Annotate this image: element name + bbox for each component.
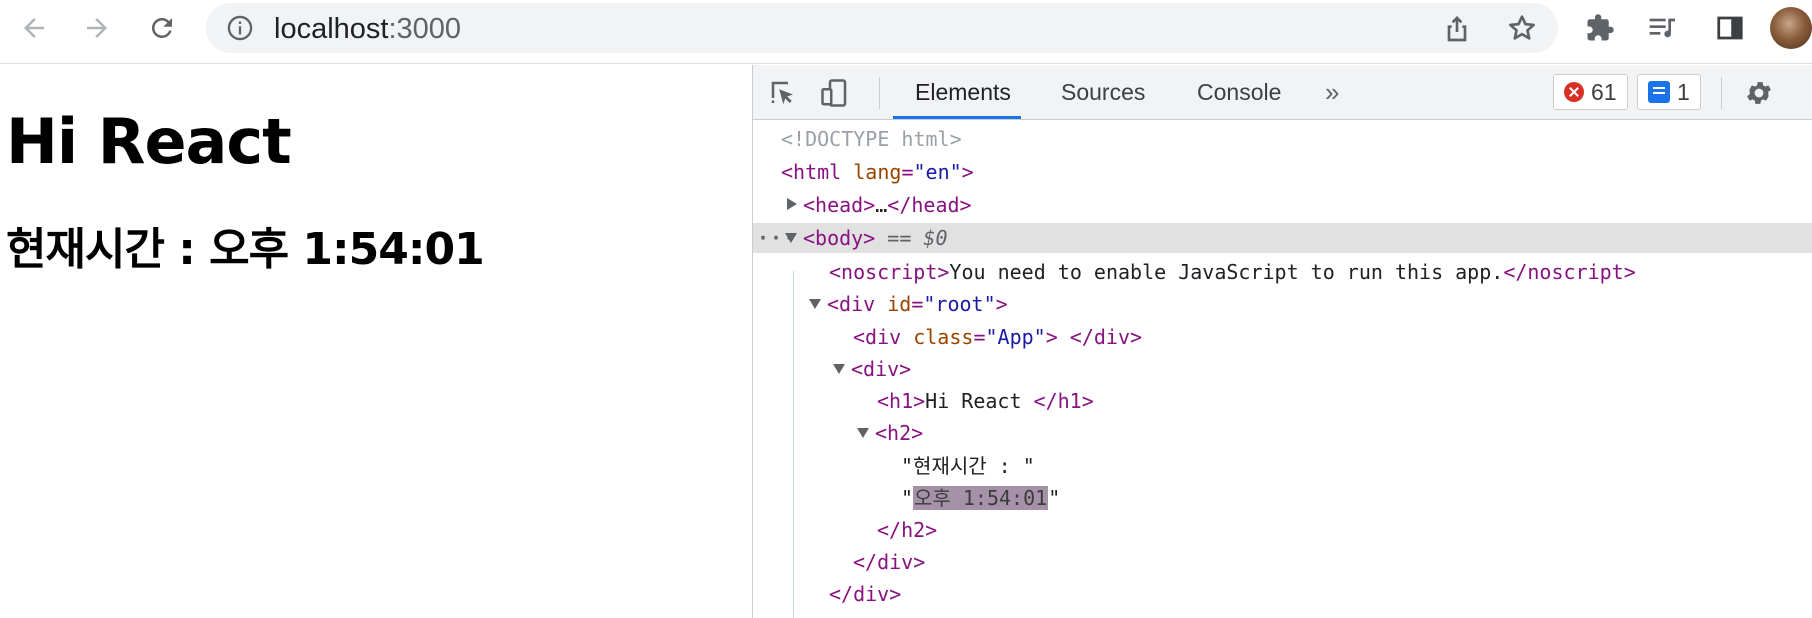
devtools-panel: Elements Sources Console » 61 1 <!DOCTYP… xyxy=(752,65,1812,618)
message-icon xyxy=(1648,81,1670,103)
arrow-right-icon xyxy=(87,18,107,38)
current-time-heading: 현재시간 : 오후 1:54:01 xyxy=(6,224,485,275)
dom-node-div-app[interactable]: <div class="App"> </div> xyxy=(753,322,1812,352)
side-panel-button[interactable] xyxy=(1712,10,1748,46)
selected-node-marker: == $0 xyxy=(887,226,948,250)
tab-sources[interactable]: Sources xyxy=(1061,65,1145,120)
div-close-tag: </div> xyxy=(853,550,926,574)
dom-text-node[interactable]: "현재시간 : " xyxy=(753,451,1812,481)
address-bar[interactable]: localhost:3000 xyxy=(206,3,1558,53)
toolbar-separator xyxy=(879,77,880,109)
dom-node-div[interactable]: <div> xyxy=(753,354,1812,384)
device-toolbar-button[interactable] xyxy=(817,75,853,111)
more-tabs-icon[interactable]: » xyxy=(1325,79,1339,105)
html-attr-value: "en" xyxy=(913,160,962,184)
id-attr-value: "root" xyxy=(923,292,996,316)
messages-badge[interactable]: 1 xyxy=(1637,74,1701,110)
h2-open-tag: <h2> xyxy=(875,421,924,445)
dom-node-h1[interactable]: <h1>Hi React </h1> xyxy=(753,386,1812,416)
dom-text-node[interactable]: "오후 1:54:01" xyxy=(753,483,1812,513)
head-open-tag: <head> xyxy=(803,193,876,217)
div-tag-name: div xyxy=(865,325,902,349)
body-open-tag: <body> xyxy=(803,226,876,250)
extensions-button[interactable] xyxy=(1582,10,1618,46)
noscript-close-tag: </noscript> xyxy=(1503,260,1636,284)
tab-console[interactable]: Console xyxy=(1197,65,1281,120)
collapse-arrow-icon[interactable] xyxy=(833,364,845,374)
elements-dom-tree: <!DOCTYPE html> <html lang="en"> <head>…… xyxy=(753,121,1812,618)
reload-icon xyxy=(151,17,172,38)
puzzle-icon xyxy=(1587,14,1614,41)
dom-node-div-root-close[interactable]: </div> xyxy=(753,579,1812,609)
device-icon xyxy=(821,79,847,107)
playlist-icon xyxy=(1649,18,1675,38)
devtools-settings-button[interactable] xyxy=(1741,75,1777,111)
id-attr-name: id xyxy=(887,292,912,316)
info-icon[interactable] xyxy=(226,14,254,42)
page-heading: Hi React xyxy=(6,105,292,178)
h1-text: Hi React xyxy=(925,389,1034,413)
dom-node-h2[interactable]: <h2> xyxy=(753,418,1812,448)
class-attr-name: class xyxy=(913,325,974,349)
inspect-element-button[interactable] xyxy=(765,75,801,111)
messages-count: 1 xyxy=(1677,78,1690,105)
doctype-text: <!DOCTYPE html> xyxy=(781,127,962,151)
dom-node-body[interactable]: ··· <body> == $0 xyxy=(753,223,1812,253)
arrow-left-icon xyxy=(24,18,44,38)
errors-badge[interactable]: 61 xyxy=(1553,74,1628,110)
dom-node-head[interactable]: <head>…</head> xyxy=(753,190,1812,220)
class-attr-value: "App" xyxy=(985,325,1046,349)
back-button[interactable] xyxy=(10,8,58,48)
collapse-arrow-icon[interactable] xyxy=(809,299,821,309)
dom-node-html[interactable]: <html lang="en"> xyxy=(753,157,1812,187)
collapse-arrow-icon[interactable] xyxy=(857,428,869,438)
html-attr-name: lang xyxy=(853,160,902,184)
errors-count: 61 xyxy=(1591,78,1617,105)
browser-toolbar: localhost:3000 xyxy=(0,0,1812,64)
h2-close-tag: </h2> xyxy=(877,518,938,542)
toolbar-separator xyxy=(1721,77,1722,109)
div-open-tag: <div> xyxy=(851,357,912,381)
text-node-label: "현재시간 : " xyxy=(901,454,1035,478)
gear-icon xyxy=(1747,82,1771,104)
bookmark-star-icon[interactable] xyxy=(1506,12,1538,44)
div-close-tag: </div> xyxy=(829,582,902,606)
head-close-tag: </head> xyxy=(887,193,972,217)
profile-avatar[interactable] xyxy=(1770,7,1812,49)
dom-node-h2-close[interactable]: </h2> xyxy=(753,515,1812,545)
url-text[interactable]: localhost:3000 xyxy=(274,14,461,44)
h1-close-tag: </h1> xyxy=(1033,389,1094,413)
share-icon[interactable] xyxy=(1441,12,1473,44)
noscript-open-tag: <noscript> xyxy=(829,260,950,284)
highlighted-time-text: 오후 1:54:01 xyxy=(913,486,1049,510)
noscript-text: You need to enable JavaScript to run thi… xyxy=(949,260,1504,284)
div-close-tag: </div> xyxy=(1069,325,1143,349)
side-panel-icon xyxy=(1717,16,1743,40)
media-controls-button[interactable] xyxy=(1645,10,1681,46)
url-host: localhost xyxy=(274,13,389,45)
div-tag-name: div xyxy=(839,292,876,316)
dom-node-div-root[interactable]: <div id="root"> xyxy=(753,289,1812,319)
head-ellipsis[interactable]: … xyxy=(875,193,887,217)
url-port: :3000 xyxy=(388,13,462,45)
inspect-cursor-icon xyxy=(771,81,793,105)
h1-open-tag: <h1> xyxy=(877,389,926,413)
forward-button[interactable] xyxy=(73,8,121,48)
expand-arrow-icon[interactable] xyxy=(787,198,797,210)
dom-node-doctype[interactable]: <!DOCTYPE html> xyxy=(753,124,1812,154)
dom-node-noscript[interactable]: <noscript>You need to enable JavaScript … xyxy=(753,257,1812,287)
html-tag-name: html xyxy=(793,160,842,184)
page-viewport: Hi React 현재시간 : 오후 1:54:01 xyxy=(0,65,752,618)
active-tab-indicator xyxy=(893,116,1021,119)
dom-node-div-close[interactable]: </div> xyxy=(753,547,1812,577)
error-icon xyxy=(1564,82,1584,102)
collapse-arrow-icon[interactable] xyxy=(785,233,797,243)
tab-elements[interactable]: Elements xyxy=(915,65,1011,120)
reload-button[interactable] xyxy=(138,8,186,48)
devtools-toolbar: Elements Sources Console » 61 1 xyxy=(753,65,1812,120)
